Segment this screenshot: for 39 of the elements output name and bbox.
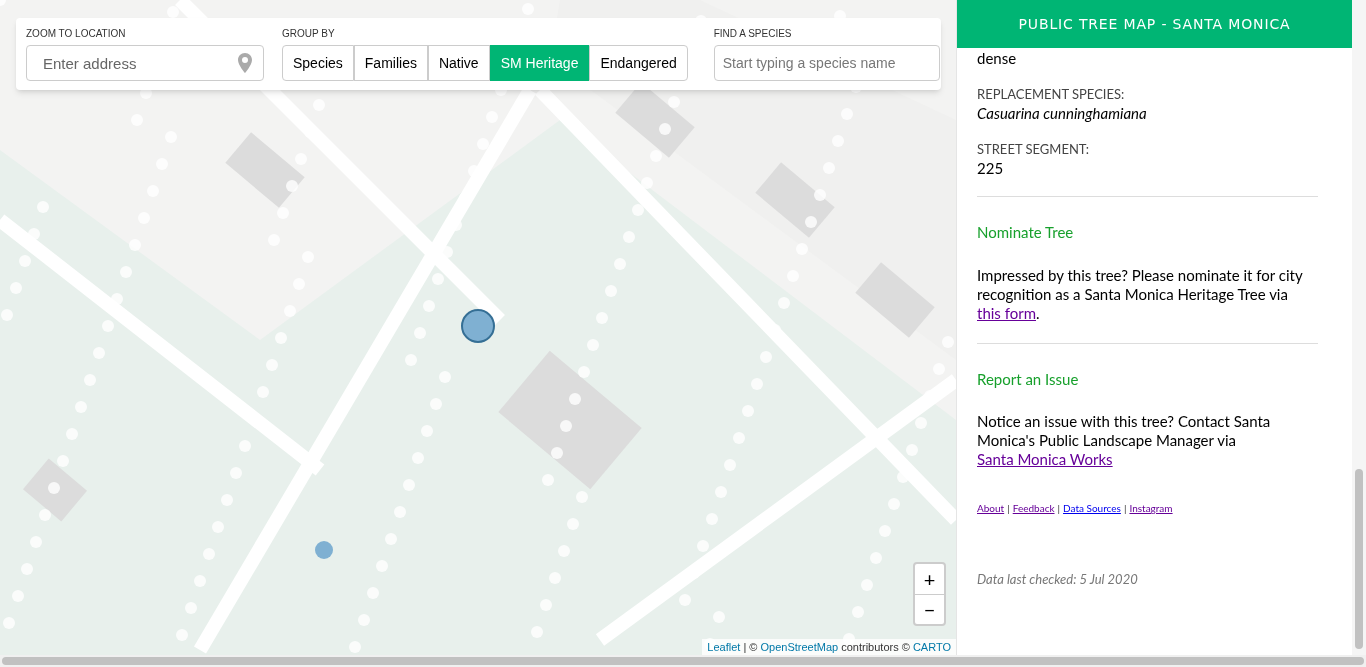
app-title: PUBLIC TREE MAP - SANTA MONICA xyxy=(1018,14,1291,34)
last-checked-text: Data last checked: 5 Jul 2020 xyxy=(977,570,1139,589)
attribution-link[interactable]: OpenStreetMap xyxy=(760,641,839,653)
location-pin-icon xyxy=(238,53,252,73)
field-label: FIND A SPECIES xyxy=(713,27,793,41)
zoom-out-button[interactable]: − xyxy=(915,594,944,624)
field-label: REPLACEMENT SPECIES: xyxy=(977,86,1126,103)
attribution-link[interactable]: CARTO xyxy=(912,641,951,653)
species-search-field[interactable]: Start typing a species name xyxy=(713,45,940,81)
zoom-in-button[interactable]: + xyxy=(915,564,944,595)
field-label: ZOOM TO LOCATION xyxy=(26,27,127,41)
attribution-text: contributors © xyxy=(840,641,911,653)
group-by-button[interactable]: Endangered xyxy=(589,45,688,81)
link-separator: | xyxy=(1007,501,1010,516)
group-by-button[interactable]: Species xyxy=(282,45,354,81)
group-by-button[interactable]: Families xyxy=(353,45,428,81)
attribution-link[interactable]: Leaflet xyxy=(707,641,741,653)
vertical-scrollbar[interactable] xyxy=(1352,0,1366,655)
horizontal-scrollbar[interactable] xyxy=(0,655,1366,667)
link-separator: | xyxy=(1123,501,1127,516)
attribution-text: | © xyxy=(742,641,759,653)
section-heading: Nominate Tree xyxy=(977,222,1075,243)
section-heading: Report an Issue xyxy=(977,368,1080,390)
link-separator: | xyxy=(1057,501,1061,516)
field-value: Casuarina cunninghamiana xyxy=(977,103,1148,123)
footer-link[interactable]: Data Sources xyxy=(1063,501,1121,516)
field-label: GROUP BY xyxy=(282,27,336,41)
address-field[interactable]: Enter address xyxy=(26,45,264,81)
group-by-button[interactable]: Native xyxy=(427,45,490,81)
inline-link[interactable]: Santa Monica Works xyxy=(977,450,1113,468)
section-text: Impressed by this tree? Please nominate it for city recognition as a Santa Monica Heritage Tree via this form. xyxy=(977,265,1304,323)
footer-link[interactable]: Feedback xyxy=(1012,501,1055,516)
field-value: dense xyxy=(977,48,1018,68)
field-label: STREET SEGMENT: xyxy=(977,141,1091,158)
section-text: Notice an issue with this tree? Contact Santa Monica's Public Landscape Manager via Santa Monica Works xyxy=(977,412,1272,469)
inline-link[interactable]: this form xyxy=(977,303,1036,322)
footer-link[interactable]: About xyxy=(977,501,1005,516)
footer-link[interactable]: Instagram xyxy=(1129,501,1173,516)
field-value: 225 xyxy=(977,158,1005,178)
